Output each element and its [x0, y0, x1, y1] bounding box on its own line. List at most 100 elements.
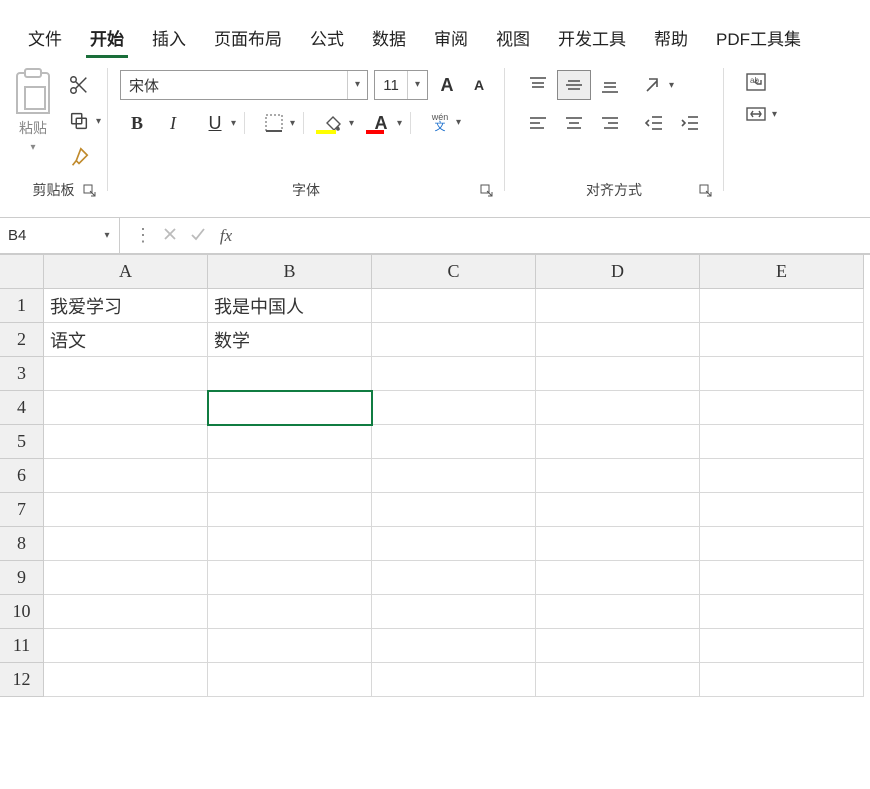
cell[interactable]	[44, 527, 208, 561]
name-box[interactable]: B4 ▾	[0, 218, 120, 254]
merge-center-button[interactable]: ▾	[740, 102, 781, 126]
borders-button[interactable]: ▾	[251, 108, 297, 138]
copy-button[interactable]: ▾	[68, 108, 101, 134]
row-header[interactable]: 1	[0, 289, 44, 323]
row-header[interactable]: 7	[0, 493, 44, 527]
cell[interactable]	[536, 357, 700, 391]
row-header[interactable]: 4	[0, 391, 44, 425]
cell[interactable]	[208, 391, 372, 425]
cell[interactable]	[208, 629, 372, 663]
cell[interactable]	[536, 527, 700, 561]
align-middle-button[interactable]	[557, 70, 591, 100]
cell[interactable]	[208, 561, 372, 595]
cell[interactable]	[700, 527, 864, 561]
cell[interactable]	[536, 493, 700, 527]
row-header[interactable]: 10	[0, 595, 44, 629]
font-name-combo[interactable]: 宋体 ▾	[120, 70, 368, 100]
cell[interactable]	[44, 493, 208, 527]
cell[interactable]	[700, 561, 864, 595]
cell[interactable]	[372, 459, 536, 493]
align-center-button[interactable]	[557, 108, 591, 138]
align-top-button[interactable]	[521, 70, 555, 100]
cell[interactable]	[536, 595, 700, 629]
cell[interactable]	[700, 629, 864, 663]
select-all-corner[interactable]	[0, 255, 44, 289]
cell[interactable]	[536, 391, 700, 425]
wrap-text-button[interactable]: ab	[740, 70, 772, 94]
cell[interactable]	[372, 493, 536, 527]
tab-page-layout[interactable]: 页面布局	[200, 21, 296, 58]
cut-button[interactable]	[68, 72, 101, 98]
cell[interactable]	[372, 357, 536, 391]
cell[interactable]	[372, 629, 536, 663]
decrease-font-size-button[interactable]: A	[466, 71, 492, 99]
insert-function-button[interactable]: fx	[212, 226, 240, 246]
cell[interactable]	[700, 459, 864, 493]
dialog-launcher[interactable]	[480, 184, 494, 198]
align-left-button[interactable]	[521, 108, 555, 138]
row-header[interactable]: 6	[0, 459, 44, 493]
cell[interactable]	[700, 391, 864, 425]
column-header[interactable]: D	[536, 255, 700, 289]
cell[interactable]: 语文	[44, 323, 208, 357]
cell[interactable]	[700, 425, 864, 459]
cell[interactable]	[208, 357, 372, 391]
paste-button[interactable]: 粘贴 ▾	[6, 66, 60, 155]
cell[interactable]	[372, 323, 536, 357]
column-header[interactable]: B	[208, 255, 372, 289]
formula-cancel-button[interactable]	[156, 225, 184, 246]
cell[interactable]	[372, 425, 536, 459]
tab-view[interactable]: 视图	[482, 21, 544, 58]
phonetic-guide-button[interactable]: wén 文 ▾	[417, 108, 463, 138]
align-bottom-button[interactable]	[593, 70, 627, 100]
row-header[interactable]: 8	[0, 527, 44, 561]
row-header[interactable]: 2	[0, 323, 44, 357]
underline-button[interactable]: U▾	[192, 108, 238, 138]
row-header[interactable]: 9	[0, 561, 44, 595]
tab-pdf-tools[interactable]: PDF工具集	[702, 21, 815, 58]
cell[interactable]	[44, 629, 208, 663]
row-header[interactable]: 12	[0, 663, 44, 697]
bold-button[interactable]: B	[120, 108, 154, 138]
row-header[interactable]: 3	[0, 357, 44, 391]
cell[interactable]	[44, 425, 208, 459]
italic-button[interactable]: I	[156, 108, 190, 138]
cell[interactable]: 我是中国人	[208, 289, 372, 323]
cell[interactable]	[700, 323, 864, 357]
fill-color-button[interactable]: ▾	[310, 108, 356, 138]
font-color-button[interactable]: A ▾	[358, 108, 404, 138]
cell[interactable]	[536, 425, 700, 459]
column-header[interactable]: C	[372, 255, 536, 289]
cell[interactable]	[372, 561, 536, 595]
format-painter-button[interactable]	[68, 144, 101, 170]
cell[interactable]	[208, 493, 372, 527]
cell[interactable]	[700, 493, 864, 527]
column-header[interactable]: A	[44, 255, 208, 289]
cell[interactable]	[208, 459, 372, 493]
cell[interactable]	[372, 289, 536, 323]
tab-formulas[interactable]: 公式	[296, 21, 358, 58]
cell[interactable]	[700, 595, 864, 629]
tab-help[interactable]: 帮助	[640, 21, 702, 58]
tab-developer[interactable]: 开发工具	[544, 21, 640, 58]
cell[interactable]	[700, 357, 864, 391]
cell[interactable]	[208, 663, 372, 697]
tab-insert[interactable]: 插入	[138, 21, 200, 58]
orientation-button[interactable]: ▾	[637, 73, 678, 97]
spreadsheet-grid[interactable]: ABCDE1我爱学习我是中国人2语文数学3456789101112	[0, 254, 870, 697]
cell[interactable]	[44, 357, 208, 391]
row-header[interactable]: 11	[0, 629, 44, 663]
dialog-launcher[interactable]	[699, 184, 713, 198]
cell[interactable]	[700, 289, 864, 323]
tab-review[interactable]: 审阅	[420, 21, 482, 58]
cell[interactable]	[208, 595, 372, 629]
cell[interactable]	[208, 527, 372, 561]
cell[interactable]	[372, 391, 536, 425]
cell[interactable]: 我爱学习	[44, 289, 208, 323]
column-header[interactable]: E	[700, 255, 864, 289]
cell[interactable]	[372, 527, 536, 561]
dialog-launcher[interactable]	[83, 184, 97, 198]
tab-data[interactable]: 数据	[358, 21, 420, 58]
increase-font-size-button[interactable]: A	[434, 71, 460, 99]
cell[interactable]	[536, 289, 700, 323]
